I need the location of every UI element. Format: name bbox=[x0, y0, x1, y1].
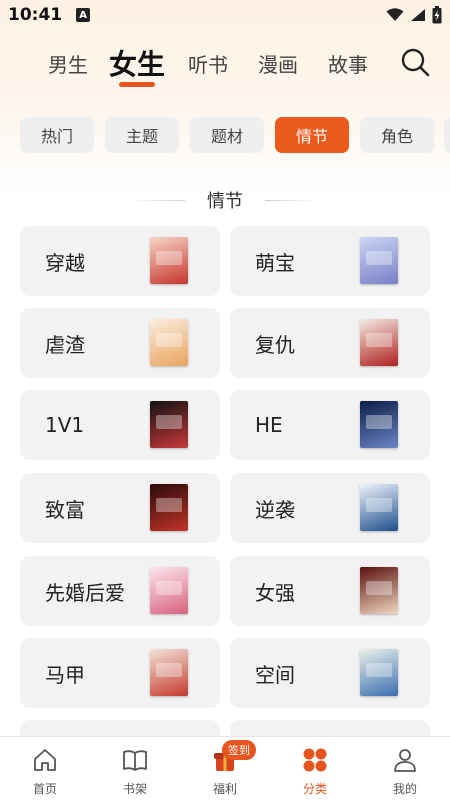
status-icons bbox=[386, 6, 442, 24]
status-time: 10:41 bbox=[8, 5, 63, 25]
tab-female[interactable]: 女生 bbox=[106, 38, 168, 88]
category-label: 复仇 bbox=[255, 332, 295, 357]
section-title-text: 情节 bbox=[207, 191, 243, 212]
category-grid: 穿越 萌宝虐渣 复仇 1V1 HE 致富 逆袭先婚后爱 女强马甲 空间 bbox=[0, 226, 450, 736]
nav-profile-label: 我的 bbox=[392, 782, 417, 796]
signal-icon bbox=[411, 9, 425, 21]
book-cover-title-band bbox=[156, 415, 182, 429]
book-cover-thumbnail bbox=[150, 319, 188, 366]
book-cover-thumbnail bbox=[150, 484, 188, 531]
category-card[interactable]: 虐渣 bbox=[20, 308, 220, 378]
tab-stories[interactable]: 故事 bbox=[324, 38, 372, 88]
book-cover-thumbnail bbox=[150, 237, 188, 284]
top-tab-bar: 男生 女生 听书 漫画 故事 bbox=[0, 38, 450, 88]
nav-bookshelf[interactable]: 书架 bbox=[90, 737, 180, 800]
divider-left bbox=[129, 199, 185, 201]
book-cover-title-band bbox=[156, 251, 182, 265]
category-label: 逆袭 bbox=[255, 497, 295, 522]
book-cover-title-band bbox=[156, 581, 182, 595]
book-cover-title-band bbox=[366, 498, 392, 512]
category-card[interactable]: 逆袭 bbox=[230, 473, 430, 543]
nav-bookshelf-label: 书架 bbox=[122, 782, 147, 796]
category-label: 萌宝 bbox=[255, 250, 295, 275]
chip-theme[interactable]: 主题 bbox=[105, 117, 179, 153]
category-label: 1V1 bbox=[45, 413, 85, 437]
nav-category[interactable]: 分类 bbox=[270, 737, 360, 800]
book-cover-thumbnail bbox=[360, 649, 398, 696]
category-card[interactable]: 萌宝 bbox=[230, 226, 430, 296]
category-label: 虐渣 bbox=[45, 332, 85, 357]
book-cover-title-band bbox=[366, 333, 392, 347]
category-label: HE bbox=[255, 413, 283, 437]
nav-category-label: 分类 bbox=[302, 782, 327, 796]
category-label: 先婚后爱 bbox=[45, 580, 125, 605]
bookshelf-icon bbox=[123, 750, 147, 771]
category-card[interactable]: 马甲 bbox=[20, 638, 220, 708]
header-background bbox=[0, 0, 450, 200]
book-cover-thumbnail bbox=[150, 649, 188, 696]
nav-home[interactable]: 首页 bbox=[0, 737, 90, 800]
nav-profile[interactable]: 我的 bbox=[360, 737, 450, 800]
category-label: 穿越 bbox=[45, 250, 85, 275]
category-label: 女强 bbox=[255, 580, 295, 605]
category-icon bbox=[303, 748, 327, 772]
chip-hot[interactable]: 热门 bbox=[20, 117, 94, 153]
book-cover-title-band bbox=[156, 333, 182, 347]
book-cover-title-band bbox=[156, 663, 182, 677]
book-cover-thumbnail bbox=[360, 401, 398, 448]
search-icon[interactable] bbox=[398, 45, 432, 79]
notification-icon: A bbox=[76, 8, 91, 22]
category-card[interactable]: 致富 bbox=[20, 473, 220, 543]
chip-more[interactable] bbox=[444, 117, 450, 153]
tab-male[interactable]: 男生 bbox=[44, 38, 92, 88]
category-label: 马甲 bbox=[45, 662, 85, 687]
active-tab-indicator bbox=[119, 82, 155, 87]
category-label: 空间 bbox=[255, 662, 295, 687]
category-card[interactable]: HE bbox=[230, 390, 430, 460]
home-icon bbox=[34, 749, 56, 771]
nav-welfare-label: 福利 bbox=[212, 782, 237, 796]
tab-comics[interactable]: 漫画 bbox=[254, 38, 302, 88]
chip-genre[interactable]: 题材 bbox=[190, 117, 264, 153]
checkin-badge[interactable]: 签到 bbox=[222, 740, 256, 760]
book-cover-thumbnail bbox=[360, 567, 398, 614]
book-cover-thumbnail bbox=[360, 319, 398, 366]
tab-audiobook[interactable]: 听书 bbox=[184, 38, 232, 88]
book-cover-title-band bbox=[366, 663, 392, 677]
wifi-icon bbox=[386, 8, 404, 21]
book-cover-title-band bbox=[366, 415, 392, 429]
battery-icon bbox=[432, 6, 442, 24]
divider-right bbox=[265, 199, 321, 201]
category-card[interactable] bbox=[230, 720, 430, 736]
book-cover-thumbnail bbox=[360, 237, 398, 284]
category-card[interactable]: 1V1 bbox=[20, 390, 220, 460]
category-card[interactable] bbox=[20, 720, 220, 736]
book-cover-title-band bbox=[366, 251, 392, 265]
category-label: 致富 bbox=[45, 497, 85, 522]
category-card[interactable]: 空间 bbox=[230, 638, 430, 708]
book-cover-thumbnail bbox=[360, 484, 398, 531]
book-cover-title-band bbox=[366, 581, 392, 595]
section-title: 情节 bbox=[0, 186, 450, 214]
category-card[interactable]: 女强 bbox=[230, 556, 430, 626]
status-bar: 10:41 A bbox=[0, 0, 450, 30]
category-card[interactable]: 先婚后爱 bbox=[20, 556, 220, 626]
book-cover-title-band bbox=[156, 498, 182, 512]
filter-chip-row: 热门 主题 题材 情节 角色 bbox=[0, 115, 450, 155]
book-cover-thumbnail bbox=[150, 401, 188, 448]
book-cover-thumbnail bbox=[150, 567, 188, 614]
category-card[interactable]: 穿越 bbox=[20, 226, 220, 296]
chip-plot[interactable]: 情节 bbox=[275, 117, 349, 153]
category-card[interactable]: 复仇 bbox=[230, 308, 430, 378]
chip-role[interactable]: 角色 bbox=[360, 117, 434, 153]
profile-icon bbox=[394, 749, 416, 772]
nav-home-label: 首页 bbox=[32, 782, 57, 796]
